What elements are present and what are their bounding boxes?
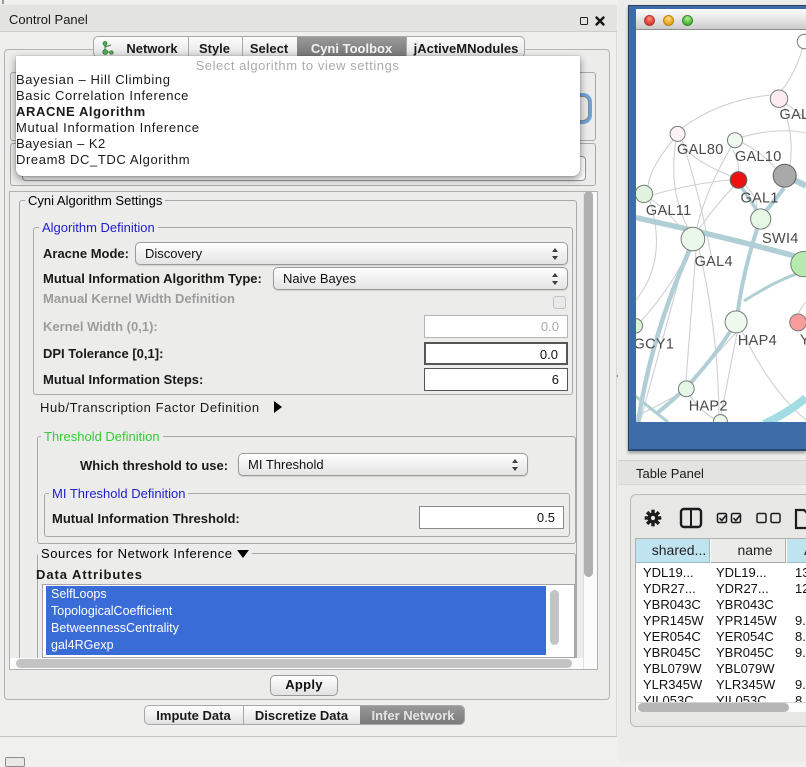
svg-text:HAP2: HAP2 <box>689 399 728 415</box>
svg-text:SWI4: SWI4 <box>762 231 799 247</box>
svg-text:GCY1: GCY1 <box>636 337 674 353</box>
svg-text:Y: Y <box>800 333 806 349</box>
svg-text:GAL4: GAL4 <box>695 254 733 270</box>
svg-text:GAL11: GAL11 <box>646 203 692 219</box>
svg-text:GAL1: GAL1 <box>741 191 779 207</box>
svg-text:GAL10: GAL10 <box>735 149 782 165</box>
svg-text:GAL8: GAL8 <box>780 107 806 123</box>
svg-text:HAP4: HAP4 <box>738 333 777 349</box>
svg-text:GAL80: GAL80 <box>677 142 724 158</box>
